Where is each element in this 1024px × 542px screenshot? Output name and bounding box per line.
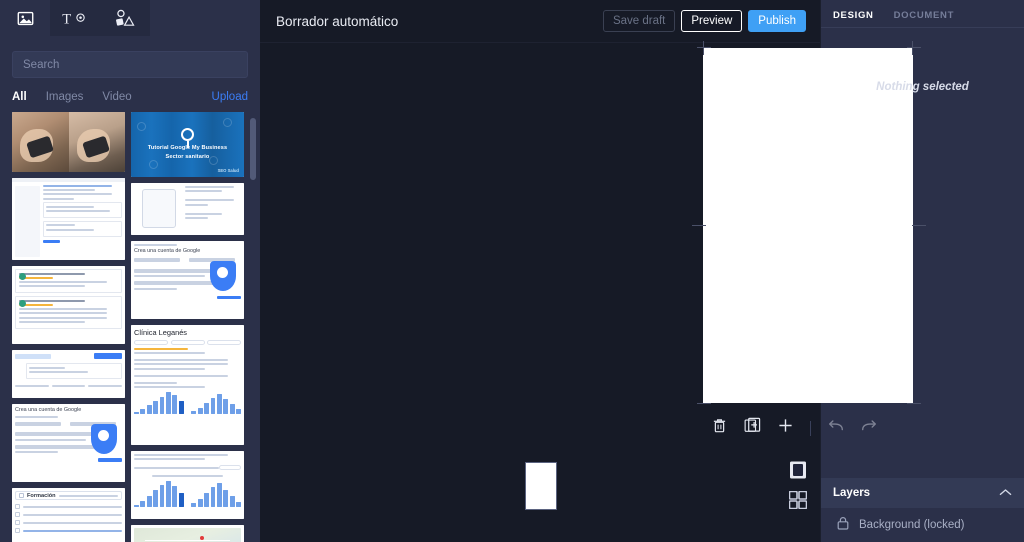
media-thumbnail[interactable]: Formación <box>12 488 125 542</box>
duplicate-page-button[interactable] <box>736 415 769 441</box>
tab-design[interactable]: DESIGN <box>833 10 874 27</box>
shapes-tab[interactable] <box>100 0 150 36</box>
media-scrollbar-thumb[interactable] <box>250 118 256 180</box>
canvas-workspace[interactable] <box>260 41 926 542</box>
toolbar-separator <box>810 420 811 436</box>
media-thumbnail[interactable] <box>12 112 125 172</box>
page-view-icon <box>789 461 807 484</box>
text-tab[interactable]: T <box>50 0 100 36</box>
document-title[interactable]: Borrador automático <box>276 14 398 29</box>
media-thumbnail[interactable] <box>131 451 244 519</box>
thumbnail-headline: Crea una cuenta de Google <box>15 407 82 413</box>
thumbnail-headline: Clínica Leganés <box>134 328 188 337</box>
duplicate-icon <box>744 417 761 439</box>
media-thumbnail[interactable] <box>131 183 244 235</box>
thumbnail-brand: SEO Salud <box>217 168 239 173</box>
upload-link[interactable]: Upload <box>212 91 248 103</box>
preview-button[interactable]: Preview <box>681 10 743 32</box>
chevron-up-icon[interactable] <box>999 484 1012 502</box>
thumbnail-column-left: Crea una cuenta de Google Formación <box>12 112 125 542</box>
tab-document[interactable]: DOCUMENT <box>894 10 955 27</box>
media-thumbnail[interactable]: Tutorial Google My Business Sector sanit… <box>131 112 244 177</box>
media-thumbnail[interactable]: Crea una cuenta de Google <box>131 241 244 319</box>
media-thumbnail[interactable]: Clínica Leganés <box>131 325 244 445</box>
add-page-button[interactable] <box>769 415 802 441</box>
properties-tab-strip: DESIGN DOCUMENT <box>821 0 1024 28</box>
editor-canvas-area: Borrador automático Save draft Preview P… <box>260 0 926 542</box>
text-icon: T <box>62 10 88 27</box>
grid-view-button[interactable] <box>786 490 810 514</box>
layer-name: Background (locked) <box>859 519 965 531</box>
layers-header[interactable]: Layers <box>821 478 1024 508</box>
thumbnail-headline: Crea una cuenta de Google <box>134 248 201 255</box>
search-box[interactable] <box>12 51 248 78</box>
svg-text:T: T <box>62 11 71 26</box>
filter-images[interactable]: Images <box>46 91 84 103</box>
media-tab[interactable] <box>0 0 50 36</box>
delete-page-button[interactable] <box>703 415 736 441</box>
guide-mark <box>697 47 711 48</box>
thumbnail-headline: Formación <box>27 492 56 499</box>
view-toggle-group <box>786 460 810 520</box>
layers-list: Background (locked) <box>821 508 1024 542</box>
media-thumbnail[interactable] <box>12 178 125 260</box>
thumbnail-column-right: Tutorial Google My Business Sector sanit… <box>131 112 244 542</box>
publish-button[interactable]: Publish <box>748 10 806 32</box>
layer-row[interactable]: Background (locked) <box>821 508 1024 542</box>
location-pin-icon <box>181 127 194 148</box>
page-thumbnail[interactable] <box>525 462 557 510</box>
media-thumbnail[interactable] <box>12 350 125 398</box>
media-thumbnail[interactable]: Crea una cuenta de Google <box>12 404 125 482</box>
save-draft-button[interactable]: Save draft <box>602 10 676 32</box>
media-scrollbar-track[interactable] <box>250 112 258 542</box>
empty-selection-message: Nothing selected <box>876 81 969 93</box>
editor-header: Borrador automático Save draft Preview P… <box>260 0 820 43</box>
media-thumbnail[interactable] <box>131 525 244 542</box>
sidebar-tab-filler <box>150 0 260 36</box>
plus-icon <box>778 418 793 438</box>
guide-mark <box>703 41 704 55</box>
search-input[interactable] <box>23 58 237 71</box>
shapes-icon <box>114 9 136 27</box>
search-container <box>0 36 260 78</box>
single-page-view-button[interactable] <box>786 460 810 484</box>
image-icon <box>17 10 34 27</box>
media-filter-row: All Images Video Upload <box>0 78 260 112</box>
properties-sidebar: DESIGN DOCUMENT Nothing selected Layers <box>820 0 1024 542</box>
filter-all[interactable]: All <box>12 91 27 103</box>
media-thumbnail-grid[interactable]: Crea una cuenta de Google Formación Tuto… <box>0 112 260 542</box>
properties-body: Nothing selected <box>821 28 1024 478</box>
filter-video[interactable]: Video <box>102 91 131 103</box>
media-sidebar: T Search All Images Video Upload Crea un… <box>0 0 260 542</box>
guide-mark <box>697 403 711 404</box>
lock-icon <box>837 516 849 535</box>
sidebar-tab-strip: T <box>0 0 260 36</box>
grid-view-icon <box>788 490 808 514</box>
trash-icon <box>712 417 727 439</box>
media-thumbnail[interactable] <box>12 266 125 344</box>
guide-mark <box>692 225 706 226</box>
layers-title: Layers <box>833 487 871 499</box>
image-editor-app: T Search All Images Video Upload Crea un… <box>0 0 1024 542</box>
